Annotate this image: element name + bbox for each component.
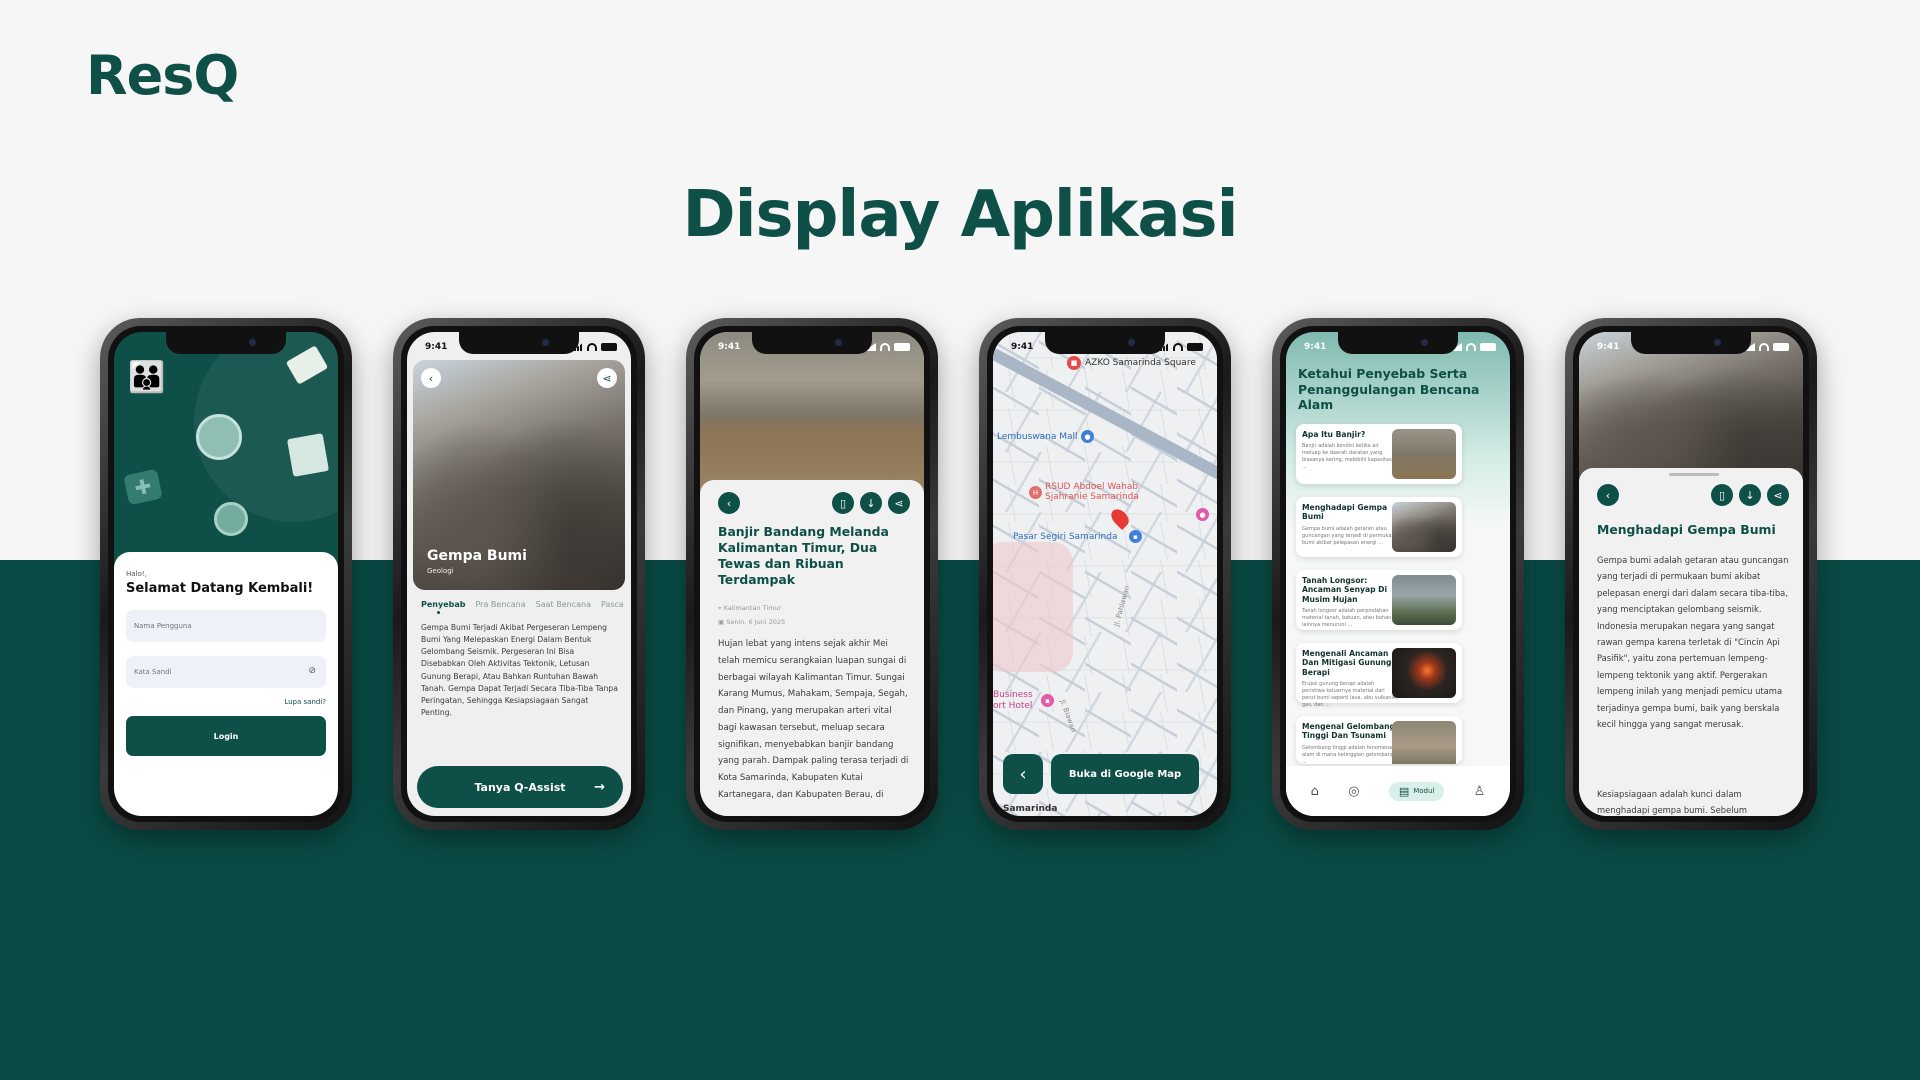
article-paragraph-1: Gempa bumi adalah getaran atau guncangan… [1597, 555, 1789, 729]
profile-icon[interactable]: ♙ [1474, 784, 1486, 799]
module-card[interactable]: Menghadapi Gempa Bumi Gempa bumi adalah … [1296, 497, 1462, 557]
phone-login: 👪 ✚ Halo!, Selamat Datang Kembali! ⊘ Lup… [100, 318, 352, 830]
download-button[interactable]: ↓ [860, 492, 882, 514]
phone-article: 9:41 ‹ ▯ ↓ ⋖ Menghadapi Gempa Bumi Gempa… [1565, 318, 1817, 830]
username-input[interactable] [126, 610, 326, 642]
shopping-pin-icon[interactable]: ▪ [1129, 530, 1142, 543]
module-card-desc: Banjir adalah kondisi ketika air meluap … [1302, 443, 1392, 471]
q-assist-button[interactable]: Tanya Q-Assist → [417, 766, 623, 808]
compass-icon [214, 502, 248, 536]
first-aid-kit-icon: ✚ [123, 468, 163, 506]
resq-logo: ResQ [86, 44, 239, 107]
drag-handle[interactable] [1669, 473, 1719, 476]
article-title: Menghadapi Gempa Bumi [1597, 522, 1776, 537]
map-label-pasar: Pasar Segiri Samarinda [1013, 532, 1118, 542]
article-sheet: ‹ ▯ ↓ ⋖ Menghadapi Gempa Bumi Gempa bumi… [1579, 468, 1803, 816]
share-button[interactable]: ⋖ [888, 492, 910, 514]
module-card-desc: Erupsi gunung berapi adalah peristiwa ke… [1302, 681, 1398, 709]
login-button[interactable]: Login [126, 716, 326, 756]
modules-header: Ketahui Penyebab Serta Penanggulangan Be… [1298, 366, 1480, 412]
news-sheet: ‹ ▯ ↓ ⋖ Banjir Bandang Melanda Kalimanta… [700, 480, 924, 816]
hero-image: ‹ ⋖ Gempa Bumi Geologi [413, 360, 625, 590]
tab-pra-bencana[interactable]: Pra Bencana [475, 600, 525, 609]
map-label-lembuswana: Lembuswana Mall [997, 432, 1078, 442]
map-back-button[interactable]: ‹ [1003, 754, 1043, 794]
share-button[interactable]: ⋖ [597, 368, 617, 388]
news-hero-image [700, 332, 924, 492]
phone-disaster-detail: 9:41 ‹ ⋖ Gempa Bumi Geologi Penyebab Pra… [393, 318, 645, 830]
disaster-title: Gempa Bumi [427, 548, 527, 564]
module-card-title: Tanah Longsor: Ancaman Senyap Di Musim H… [1302, 576, 1388, 604]
news-title: Banjir Bandang Melanda Kalimantan Timur,… [718, 524, 889, 588]
tab-pasca[interactable]: Pasca [601, 600, 624, 609]
module-card[interactable]: Tanah Longsor: Ancaman Senyap Di Musim H… [1296, 570, 1462, 630]
earth-icon [196, 414, 242, 460]
module-card-title: Mengenal Gelombang Tinggi Dan Tsunami [1302, 722, 1395, 741]
q-assist-label: Tanya Q-Assist [474, 780, 566, 794]
back-button[interactable]: ‹ [1597, 484, 1619, 506]
news-date: ▣ Senin, 6 Juni 2025 [718, 618, 786, 626]
bookmark-button[interactable]: ▯ [1711, 484, 1733, 506]
article-paragraph-2: Kesiapsiagaan adalah kunci dalam menghad… [1597, 789, 1748, 816]
place-pin-icon[interactable]: ● [1196, 508, 1209, 521]
map-label-rsud: RSUD Abdoel Wahab Sjahranie Samarinda [1045, 482, 1139, 503]
share-button[interactable]: ⋖ [1767, 484, 1789, 506]
explore-icon[interactable]: ◎ [1348, 784, 1359, 799]
open-google-maps-button[interactable]: Buka di Google Map [1051, 754, 1199, 794]
login-card: Halo!, Selamat Datang Kembali! ⊘ Lupa sa… [114, 552, 338, 816]
nav-modul-label: Modul [1413, 787, 1435, 795]
news-location: ⌖ Kalimantan Timur [718, 604, 782, 612]
module-card-desc: Tanah longsor adalah perpindahan materia… [1302, 608, 1392, 629]
disaster-category: Geologi [427, 567, 454, 575]
module-card-title: Menghadapi Gempa Bumi [1302, 503, 1388, 522]
news-body: Hujan lebat yang intens sejak akhir Mei … [718, 639, 909, 800]
tab-penyebab[interactable]: Penyebab [421, 600, 465, 614]
module-card[interactable]: Mengenali Ancaman Dan Mitigasi Gunung Be… [1296, 643, 1462, 708]
password-input[interactable] [126, 656, 326, 688]
download-button[interactable]: ↓ [1739, 484, 1761, 506]
map-label-azko: AZKO Samarinda Square [1085, 358, 1196, 368]
back-button[interactable]: ‹ [421, 368, 441, 388]
book-icon: ▤ [1398, 784, 1410, 798]
module-card-image [1392, 648, 1456, 698]
eye-off-icon[interactable]: ⊘ [308, 666, 316, 676]
module-card[interactable]: Apa Itu Banjir? Banjir adalah kondisi ke… [1296, 424, 1462, 484]
forgot-password-link[interactable]: Lupa sandi? [126, 698, 326, 706]
module-card[interactable]: Mengenal Gelombang Tinggi Dan Tsunami Ge… [1296, 716, 1462, 764]
welcome-heading: Selamat Datang Kembali! [126, 581, 314, 596]
family-icon: 👪 [128, 360, 166, 395]
disaster-description: Gempa Bumi Terjadi Akibat Pergeseran Lem… [421, 623, 618, 717]
store-pin-icon[interactable]: ■ [1067, 356, 1081, 370]
module-card-desc: Gelombang tinggi adalah fenomena alam di… [1302, 744, 1394, 764]
module-card-desc: Gempa bumi adalah getaran atau guncangan… [1302, 525, 1398, 546]
phone-modules: 9:41 Ketahui Penyebab Serta Penanggulang… [1272, 318, 1524, 830]
hospital-pin-icon[interactable]: H [1029, 486, 1042, 499]
tab-bar: Penyebab Pra Bencana Saat Bencana Pasca [421, 600, 624, 614]
home-icon[interactable]: ⌂ [1311, 784, 1319, 799]
document-icon [286, 433, 330, 477]
module-card-title: Mengenali Ancaman Dan Mitigasi Gunung Be… [1302, 649, 1392, 677]
map-label-city: Samarinda [1003, 804, 1058, 814]
phone-news: 9:41 ‹ ▯ ↓ ⋖ Banjir Bandang Melanda Kali… [686, 318, 938, 830]
tab-saat-bencana[interactable]: Saat Bencana [536, 600, 591, 609]
module-card-image [1392, 502, 1456, 552]
slide-title: Display Aplikasi [682, 178, 1238, 252]
greeting-text: Halo!, [126, 570, 147, 578]
phone-map: 9:41 ■ AZKO Samarinda Square Lembuswana … [979, 318, 1231, 830]
module-card-title: Apa Itu Banjir? [1302, 430, 1366, 439]
module-card-image [1392, 429, 1456, 479]
bottom-nav: ⌂ ◎ ▤ Modul ♙ [1286, 766, 1510, 816]
module-card-image [1392, 575, 1456, 625]
module-card-image [1392, 721, 1456, 764]
bookmark-button[interactable]: ▯ [832, 492, 854, 514]
hotel-pin-icon[interactable]: ▪ [1041, 694, 1054, 707]
nav-modul[interactable]: ▤ Modul [1388, 781, 1445, 801]
river-area [993, 542, 1073, 672]
back-button[interactable]: ‹ [718, 492, 740, 514]
map-label-hotel: Business ort Hotel [993, 690, 1033, 711]
arrow-right-icon: → [594, 779, 605, 795]
mall-pin-icon[interactable]: ● [1081, 430, 1094, 443]
